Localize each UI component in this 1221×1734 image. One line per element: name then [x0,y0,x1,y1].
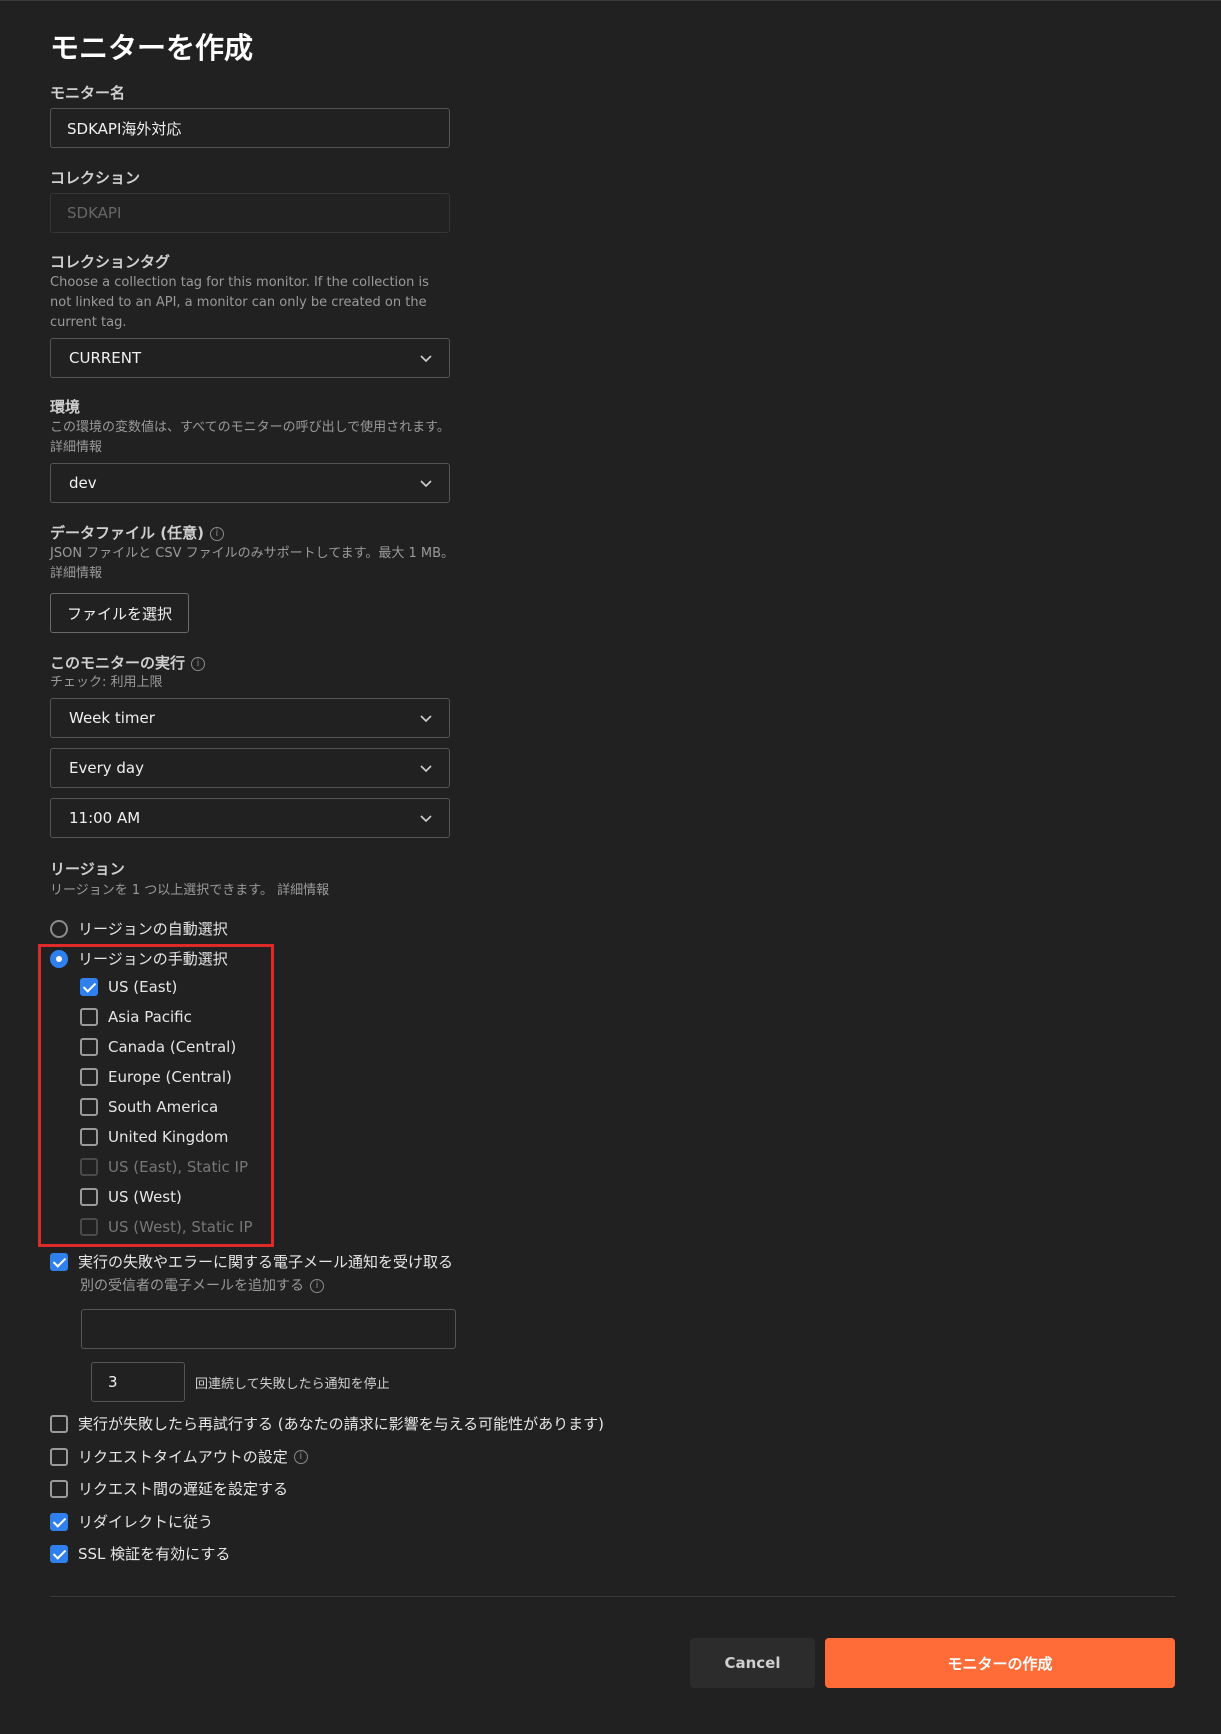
data-file-learn-more-link[interactable]: 詳細情報 [50,566,102,581]
recipient-email-input[interactable] [81,1309,456,1349]
chevron-down-icon [420,765,432,773]
add-recipient-label: 別の受信者の電子メールを追加する i [80,1276,324,1296]
retry-checkbox[interactable] [50,1414,68,1433]
data-file-label: データファイル (任意) i [50,522,224,543]
data-file-description: JSON ファイルと CSV ファイルのみサポートしてます。最大 1 MB。 詳… [50,544,460,584]
environment-description-text: この環境の変数値は、すべてのモニターの呼び出しで使用されます。 [50,420,450,435]
regions-learn-more-link[interactable]: 詳細情報 [277,883,329,898]
stop-count-input[interactable]: 3 [91,1362,185,1402]
environment-select[interactable]: dev [50,463,450,503]
environment-value: dev [69,474,97,492]
monitor-name-label: モニター名 [50,84,126,102]
delay-label: リクエスト間の遅延を設定する [78,1480,289,1498]
ssl-label: SSL 検証を有効にする [78,1545,231,1563]
info-icon[interactable]: i [310,1279,324,1293]
collection-tag-description: Choose a collection tag for this monitor… [50,275,429,330]
environment-label: 環境 [50,398,81,416]
regions-label: リージョン [50,860,125,878]
email-notification-option[interactable]: 実行の失敗やエラーに関する電子メール通知を受け取る [50,1251,453,1272]
timeout-label: リクエストタイムアウトの設定 [78,1448,288,1466]
delay-checkbox[interactable] [50,1479,68,1498]
run-monitor-description: チェック: 利用上限 [50,675,163,690]
timer-value: Week timer [69,709,155,727]
footer-divider [50,1596,1175,1597]
monitor-name-input[interactable]: SDKAPI海外対応 [50,108,450,148]
chevron-down-icon [420,815,432,823]
page-title: モニターを作成 [50,31,254,65]
frequency-value: Every day [69,759,144,777]
info-icon[interactable]: i [209,526,224,541]
redirect-option[interactable]: リダイレクトに従う [50,1511,213,1532]
email-notification-checkbox[interactable] [50,1252,68,1271]
add-recipient-text: 別の受信者の電子メールを追加する [80,1278,304,1294]
environment-description: この環境の変数値は、すべてのモニターの呼び出しで使用されます。 詳細情報 [50,418,460,458]
create-monitor-page: モニターを作成 モニター名 SDKAPI海外対応 コレクション SDKAPI コ… [0,1,1221,1734]
choose-file-button[interactable]: ファイルを選択 [50,593,190,633]
region-auto-label: リージョンの自動選択 [78,920,228,938]
run-monitor-label-text: このモニターの実行 [50,654,186,672]
chevron-down-icon [420,715,432,723]
retry-option[interactable]: 実行が失敗したら再試行する (あなたの請求に影響を与える可能性があります) [50,1413,604,1434]
regions-description: リージョンを 1 つ以上選択できます。 詳細情報 [50,881,450,901]
stop-notification-label: 回連続して失敗したら通知を停止 [195,1377,390,1392]
highlight-box [38,944,274,1247]
regions-description-text: リージョンを 1 つ以上選択できます。 [50,883,273,898]
data-file-description-text: JSON ファイルと CSV ファイルのみサポートしてます。最大 1 MB。 [50,546,454,561]
chevron-down-icon [420,355,432,363]
time-select[interactable]: 11:00 AM [50,798,450,838]
frequency-select[interactable]: Every day [50,748,450,788]
chevron-down-icon [420,480,432,488]
timeout-option[interactable]: リクエストタイムアウトの設定 i [50,1446,308,1467]
collection-input: SDKAPI [50,193,450,233]
retry-label: 実行が失敗したら再試行する (あなたの請求に影響を与える可能性があります) [78,1415,605,1433]
time-value: 11:00 AM [69,809,141,827]
info-icon[interactable]: i [293,1449,308,1464]
region-auto-option[interactable]: リージョンの自動選択 [50,918,228,939]
timer-select[interactable]: Week timer [50,698,450,738]
delay-option[interactable]: リクエスト間の遅延を設定する [50,1478,288,1499]
info-icon[interactable]: i [191,656,206,671]
collection-label: コレクション [50,169,141,187]
environment-learn-more-link[interactable]: 詳細情報 [50,440,102,455]
radio-auto[interactable] [50,919,68,938]
run-monitor-label: このモニターの実行 i [50,652,206,673]
ssl-checkbox[interactable] [50,1544,68,1563]
timeout-checkbox[interactable] [50,1447,68,1466]
redirect-label: リダイレクトに従う [78,1513,214,1531]
create-monitor-button[interactable]: モニターの作成 [825,1638,1175,1688]
ssl-option[interactable]: SSL 検証を有効にする [50,1543,230,1564]
collection-tag-label: コレクションタグ [50,253,171,271]
redirect-checkbox[interactable] [50,1512,68,1531]
collection-tag-value: CURRENT [69,349,142,367]
collection-tag-select[interactable]: CURRENT [50,338,450,378]
cancel-button[interactable]: Cancel [690,1638,815,1688]
data-file-label-text: データファイル (任意) [50,524,204,542]
email-notification-label: 実行の失敗やエラーに関する電子メール通知を受け取る [78,1253,454,1271]
